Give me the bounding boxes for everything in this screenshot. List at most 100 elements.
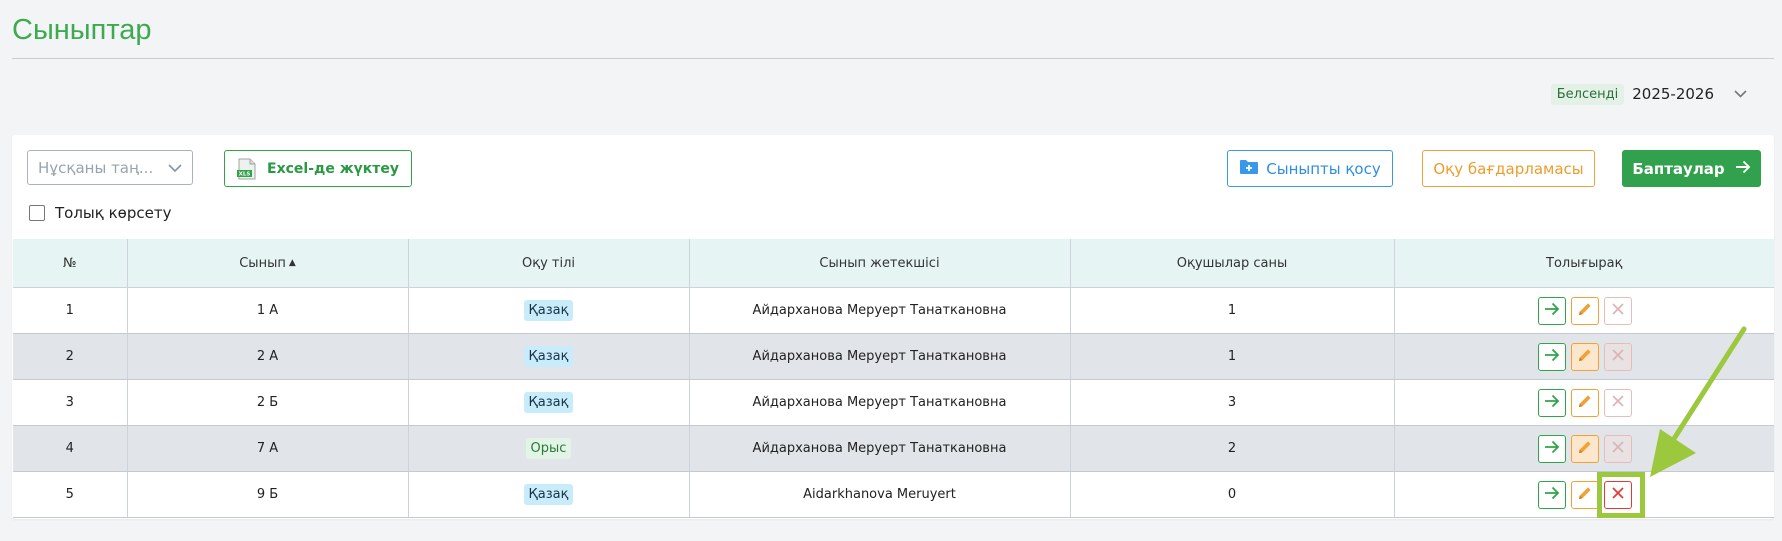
sort-asc-icon: ▲	[288, 257, 296, 268]
arrow-right-icon	[1544, 486, 1560, 504]
language-badge: Қазақ	[523, 484, 574, 505]
annotation-highlight-box	[1597, 472, 1645, 518]
cell-students: 0	[1070, 471, 1395, 518]
settings-label: Баптаулар	[1632, 159, 1725, 178]
cell-num: 5	[13, 471, 128, 518]
title-divider	[12, 58, 1774, 59]
pencil-icon	[1577, 393, 1593, 413]
cell-language: Орыс	[408, 425, 690, 472]
close-icon	[1611, 348, 1625, 366]
year-status-badge: Белсенді	[1550, 83, 1625, 105]
arrow-right-icon	[1544, 302, 1560, 320]
cell-teacher: Айдарханова Меруерт Танаткановна	[689, 333, 1071, 380]
pencil-icon	[1577, 439, 1593, 459]
cell-teacher: Айдарханова Меруерт Танаткановна	[689, 287, 1071, 334]
cell-class: 9 Б	[127, 471, 409, 518]
arrow-right-icon	[1544, 440, 1560, 458]
cell-class: 2 А	[127, 333, 409, 380]
table-row: 5 9 Б Қазақ Aidarkhanova Meruyert 0	[13, 471, 1774, 518]
arrow-right-icon	[1735, 160, 1751, 178]
add-class-label: Сыныпты қосу	[1266, 159, 1381, 178]
cell-class: 7 А	[127, 425, 409, 472]
header-class[interactable]: Сынып ▲	[127, 239, 409, 288]
table-row: 1 1 А Қазақ Айдарханова Меруерт Танаткан…	[13, 287, 1774, 334]
edit-class-button[interactable]	[1571, 296, 1600, 325]
excel-download-label: Excel-де жүктеу	[267, 160, 399, 177]
table-header-row: № Сынып ▲ Оқу тілі Сынып жетекшісі Оқушыл…	[13, 239, 1774, 288]
close-icon	[1611, 440, 1625, 458]
cell-students: 1	[1070, 287, 1395, 334]
edit-class-button[interactable]	[1571, 388, 1600, 417]
header-teacher: Сынып жетекшісі	[689, 239, 1071, 288]
cell-language: Қазақ	[408, 333, 690, 380]
classes-card: Нұсқаны таң... XLS Excel-де жүктеу Сынып…	[12, 135, 1774, 519]
cell-language: Қазақ	[408, 379, 690, 426]
language-badge: Қазақ	[523, 346, 574, 367]
delete-class-button[interactable]	[1604, 434, 1633, 463]
pencil-icon	[1577, 301, 1593, 321]
cell-num: 4	[13, 425, 128, 472]
open-class-button[interactable]	[1538, 342, 1567, 371]
annotation-arrow-icon	[1650, 326, 1747, 477]
cell-class: 1 А	[127, 287, 409, 334]
cell-students: 1	[1070, 333, 1395, 380]
open-class-button[interactable]	[1538, 388, 1567, 417]
cell-students: 2	[1070, 425, 1395, 472]
language-badge: Орыс	[525, 438, 572, 459]
cell-teacher: Айдарханова Меруерт Танаткановна	[689, 425, 1071, 472]
option-select-placeholder: Нұсқаны таң...	[38, 158, 154, 177]
open-class-button[interactable]	[1538, 480, 1567, 509]
chevron-down-icon	[168, 161, 182, 175]
delete-class-button[interactable]	[1604, 388, 1633, 417]
cell-language: Қазақ	[408, 471, 690, 518]
xls-file-icon: XLS	[237, 158, 257, 180]
cell-num: 2	[13, 333, 128, 380]
edit-class-button[interactable]	[1571, 434, 1600, 463]
header-details: Толығырақ	[1394, 239, 1774, 288]
show-full-checkbox[interactable]: Толық көрсету	[29, 204, 171, 222]
cell-num: 1	[13, 287, 128, 334]
open-class-button[interactable]	[1538, 434, 1567, 463]
table-row: 3 2 Б Қазақ Айдарханова Меруерт Танаткан…	[13, 379, 1774, 426]
table-row: 2 2 А Қазақ Айдарханова Меруерт Танаткан…	[13, 333, 1774, 380]
header-students: Оқушылар саны	[1070, 239, 1395, 288]
edit-class-button[interactable]	[1571, 480, 1600, 509]
cell-language: Қазақ	[408, 287, 690, 334]
header-num: №	[13, 239, 128, 288]
classes-table: № Сынып ▲ Оқу тілі Сынып жетекшісі Оқушыл…	[13, 239, 1774, 518]
academic-year-selector[interactable]: Белсенді 2025-2026	[1550, 81, 1747, 107]
year-value: 2025-2026	[1632, 85, 1714, 103]
option-select[interactable]: Нұсқаны таң...	[27, 150, 193, 185]
add-class-button[interactable]: Сыныпты қосу	[1227, 150, 1393, 187]
close-icon	[1611, 302, 1625, 320]
show-full-label: Толық көрсету	[55, 204, 172, 222]
delete-class-button[interactable]	[1604, 296, 1633, 325]
header-language: Оқу тілі	[408, 239, 690, 288]
study-program-label: Оқу бағдарламасы	[1433, 159, 1584, 178]
header-class-label: Сынып	[239, 255, 286, 271]
language-badge: Қазақ	[523, 300, 574, 321]
close-icon	[1611, 394, 1625, 412]
cell-num: 3	[13, 379, 128, 426]
edit-class-button[interactable]	[1571, 342, 1600, 371]
svg-text:XLS: XLS	[239, 171, 251, 177]
pencil-icon	[1577, 347, 1593, 367]
cell-students: 3	[1070, 379, 1395, 426]
cell-teacher: Айдарханова Меруерт Танаткановна	[689, 379, 1071, 426]
arrow-right-icon	[1544, 394, 1560, 412]
settings-button[interactable]: Баптаулар	[1622, 150, 1761, 187]
excel-download-button[interactable]: XLS Excel-де жүктеу	[224, 150, 412, 187]
arrow-right-icon	[1544, 348, 1560, 366]
delete-class-button[interactable]	[1604, 342, 1633, 371]
table-row: 4 7 А Орыс Айдарханова Меруерт Танаткано…	[13, 425, 1774, 472]
page-title: Сыныптар	[12, 14, 152, 46]
open-class-button[interactable]	[1538, 296, 1567, 325]
chevron-down-icon	[1734, 87, 1747, 102]
study-program-button[interactable]: Оқу бағдарламасы	[1422, 150, 1595, 187]
cell-class: 2 Б	[127, 379, 409, 426]
folder-plus-icon	[1239, 159, 1259, 179]
pencil-icon	[1577, 485, 1593, 505]
checkbox-box[interactable]	[29, 205, 45, 221]
cell-teacher: Aidarkhanova Meruyert	[689, 471, 1071, 518]
language-badge: Қазақ	[523, 392, 574, 413]
